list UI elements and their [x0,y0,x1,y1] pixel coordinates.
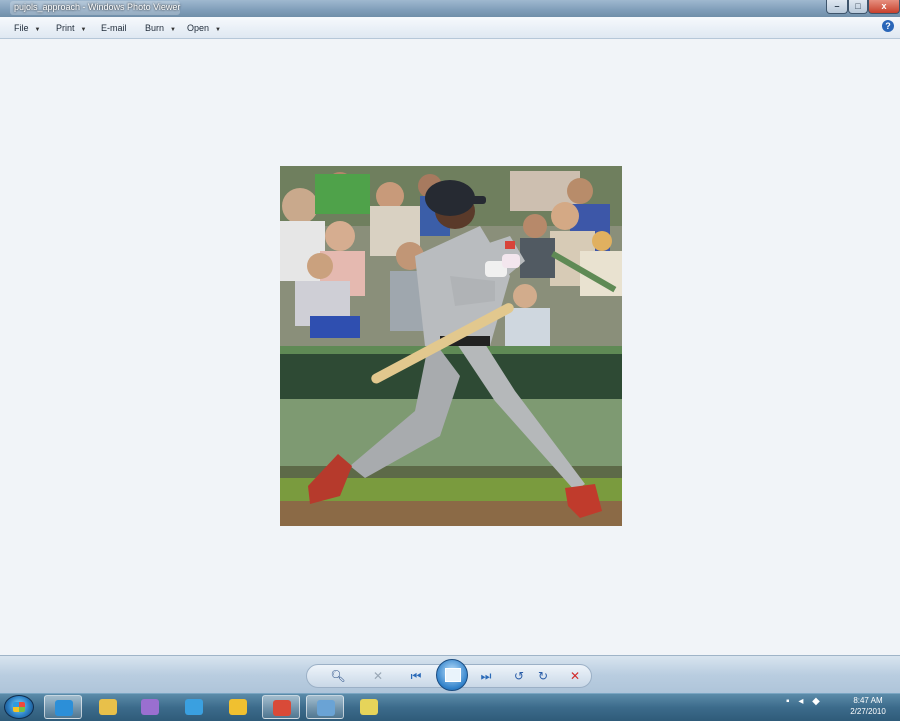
minimize-button[interactable]: – [826,0,848,14]
chrome-icon [273,700,291,716]
zoom-icon[interactable]: 🔍︎ [326,667,350,685]
photo-viewer-icon [317,700,335,716]
taskbar-item[interactable] [306,695,344,719]
menu-burn[interactable]: Burn ▼ [145,23,176,33]
notes-icon [360,699,378,715]
taskbar-item[interactable] [262,695,300,719]
system-tray: ▪ ◂ ◆ [786,696,820,707]
chevron-down-icon: ▼ [34,27,41,33]
close-icon: x [881,1,887,11]
close-button[interactable]: x [868,0,900,14]
rotate-left-icon[interactable]: ↺ [510,667,528,685]
rotate-right-icon[interactable]: ↻ [534,667,552,685]
fit-window-icon[interactable]: ✕ [368,667,388,685]
folder-icon [99,699,117,715]
windows-logo-icon [13,702,25,712]
taskbar-item[interactable] [89,695,127,719]
flag-tray-icon[interactable]: ◆ [812,696,820,707]
photo-baseball-batter [280,166,622,526]
previous-icon[interactable]: ⏮ [404,667,428,685]
menu-open-label: Open [187,23,210,33]
chevron-down-icon: ▼ [215,27,221,33]
media-app-icon [141,699,159,715]
menu-bar [0,17,900,39]
clock-time: 8:47 AM [853,696,883,705]
maximize-button[interactable]: □ [848,0,868,14]
people-app-icon [185,699,203,715]
taskbar-item[interactable] [44,695,82,719]
menu-email[interactable]: E-mail [101,23,127,33]
minimize-icon: – [834,1,840,11]
menu-print-label: Print [56,23,75,33]
menu-file-label: File [14,23,29,33]
menu-file[interactable]: File ▼ [14,23,40,33]
volume-icon[interactable]: ◂ [798,696,803,707]
clock-date: 2/27/2010 [850,707,886,716]
taskbar-item[interactable] [350,695,388,719]
delete-icon[interactable]: ✕ [566,667,584,685]
start-button[interactable] [4,695,34,719]
taskbar-item[interactable] [175,695,213,719]
network-icon[interactable]: ▪ [786,696,790,707]
taskbar-item[interactable] [131,695,169,719]
internet-explorer-icon [55,700,73,716]
menu-email-label: E-mail [101,23,127,33]
title-bar: pujols_approach - Windows Photo Viewer [0,0,900,17]
chevron-down-icon: ▼ [170,27,176,33]
slideshow-icon [445,668,461,682]
maximize-icon: □ [855,1,861,11]
slideshow-button[interactable] [436,659,468,691]
media-center-icon [229,699,247,715]
menu-open[interactable]: Open ▼ [187,23,221,33]
menu-print[interactable]: Print ▼ [56,23,86,33]
chevron-down-icon: ▼ [80,27,87,33]
help-icon[interactable]: ? [882,20,894,32]
taskbar-clock[interactable]: 8:47 AM 2/27/2010 [846,695,890,717]
next-icon[interactable]: ⏭ [474,667,498,685]
window-title: pujols_approach - Windows Photo Viewer [14,2,181,12]
menu-burn-label: Burn [145,23,165,33]
taskbar-item[interactable] [219,695,257,719]
